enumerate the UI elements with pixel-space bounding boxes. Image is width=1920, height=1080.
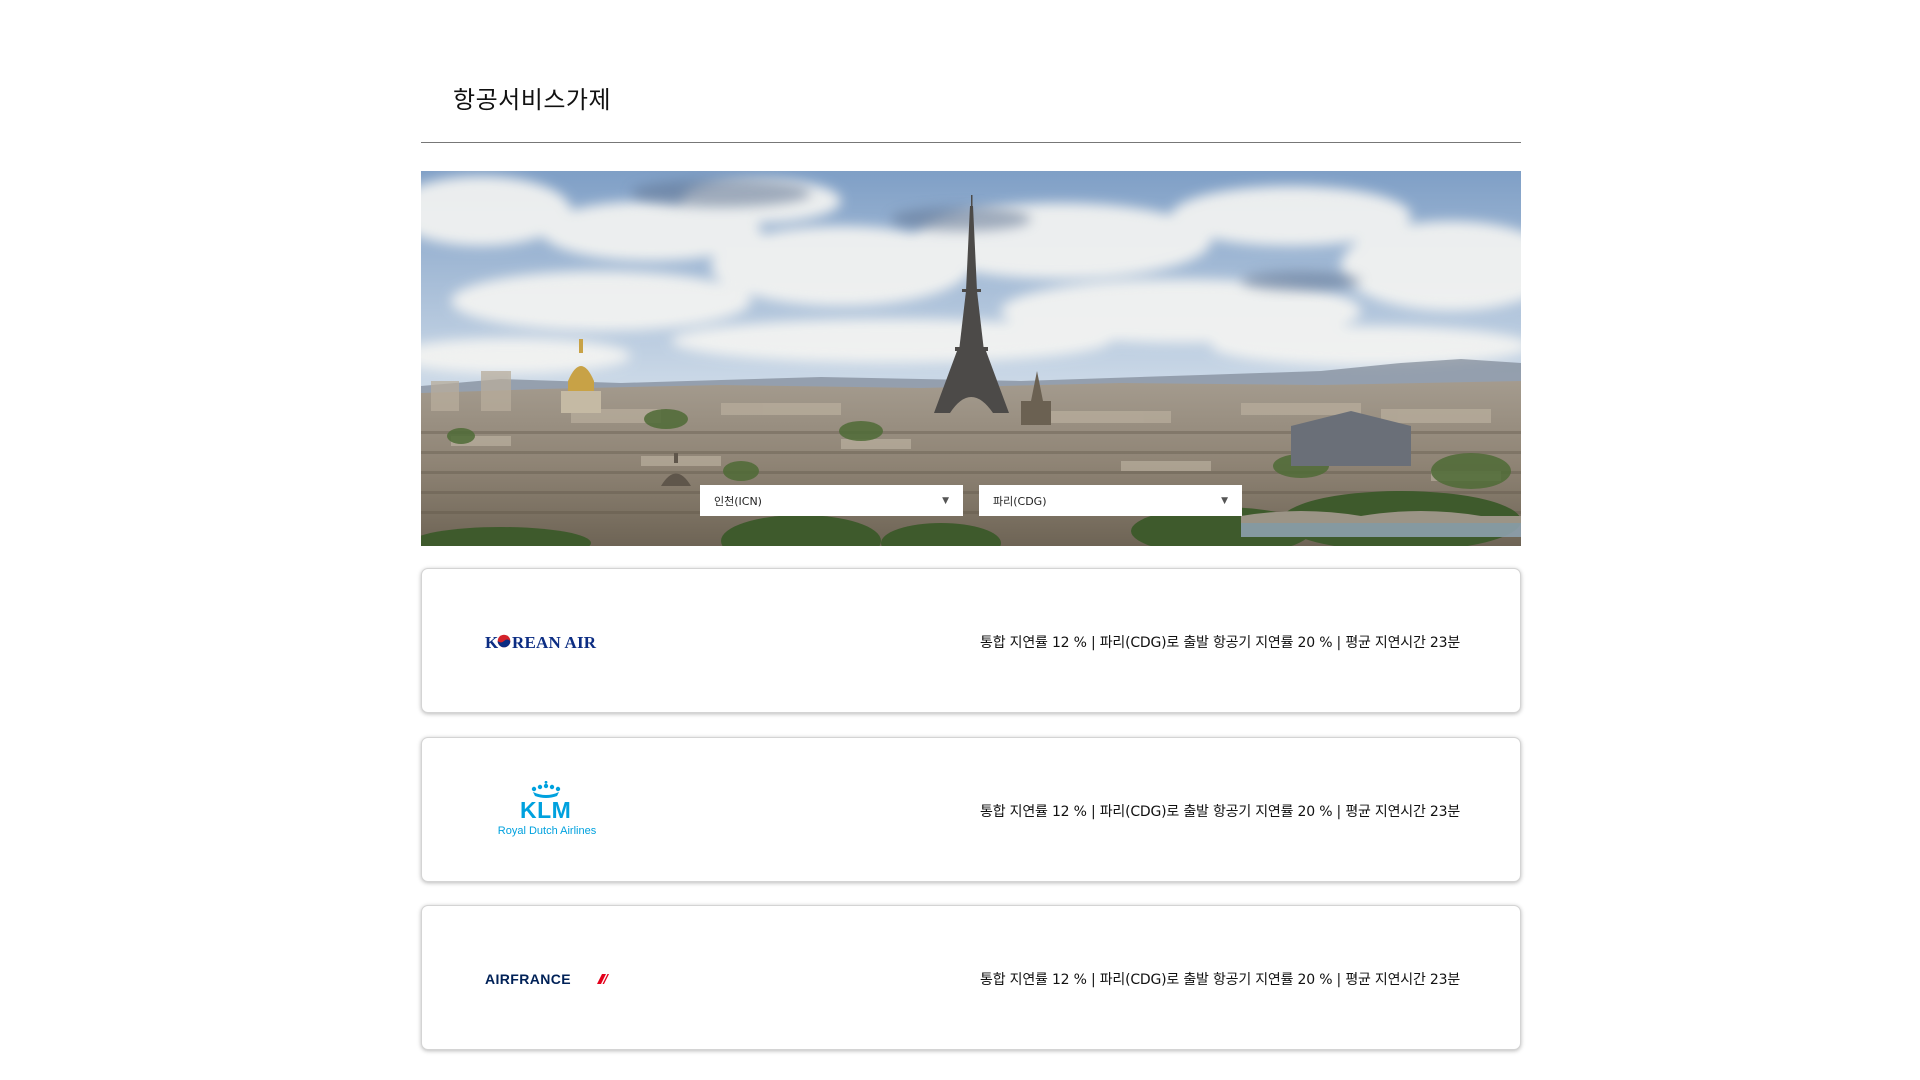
page-title: 항공서비스가제	[453, 86, 612, 114]
svg-text:K: K	[485, 633, 499, 652]
svg-text:AIRFRANCE: AIRFRANCE	[485, 971, 571, 987]
air-france-logo: AIRFRANCE	[482, 906, 612, 1051]
paris-skyline-image	[421, 171, 1521, 546]
korean-air-logo-mark: K REAN AIR	[485, 633, 597, 652]
klm-logo-subtext: Royal Dutch Airlines	[497, 825, 597, 837]
svg-text:KLM: KLM	[520, 797, 571, 823]
airline-card-korean-air[interactable]: K REAN AIR 통합 지연률 12 % | 파리(CDG)로 출발 항공기…	[421, 568, 1521, 713]
airline-card-air-france[interactable]: AIRFRANCE 통합 지연률 12 % | 파리(CDG)로 출발 항공기 …	[421, 905, 1521, 1050]
airline-delay-stats: 통합 지연률 12 % | 파리(CDG)로 출발 항공기 지연률 20 % |…	[980, 971, 1460, 988]
airline-delay-stats: 통합 지연률 12 % | 파리(CDG)로 출발 항공기 지연률 20 % |…	[980, 634, 1460, 651]
air-france-logo-mark: AIRFRANCE	[485, 971, 609, 987]
klm-logo: KLM	[482, 738, 612, 883]
origin-airport-select[interactable]: 인천(ICN) ▼	[700, 485, 963, 516]
destination-airport-value: 파리(CDG)	[993, 494, 1047, 508]
svg-text:REAN AIR: REAN AIR	[512, 633, 597, 652]
hero-banner: 인천(ICN) ▼ 파리(CDG) ▼	[421, 171, 1521, 546]
triangle-down-icon: ▼	[1221, 495, 1228, 506]
airline-delay-stats: 통합 지연률 12 % | 파리(CDG)로 출발 항공기 지연률 20 % |…	[980, 803, 1460, 820]
airline-card-klm[interactable]: KLM Royal Dutch Airlines 통합 지연률 12 % | 파…	[421, 737, 1521, 882]
origin-airport-value: 인천(ICN)	[714, 494, 762, 508]
triangle-down-icon: ▼	[942, 495, 949, 506]
destination-airport-select[interactable]: 파리(CDG) ▼	[979, 485, 1242, 516]
title-divider	[421, 142, 1521, 143]
korean-air-logo: K REAN AIR	[482, 569, 612, 714]
